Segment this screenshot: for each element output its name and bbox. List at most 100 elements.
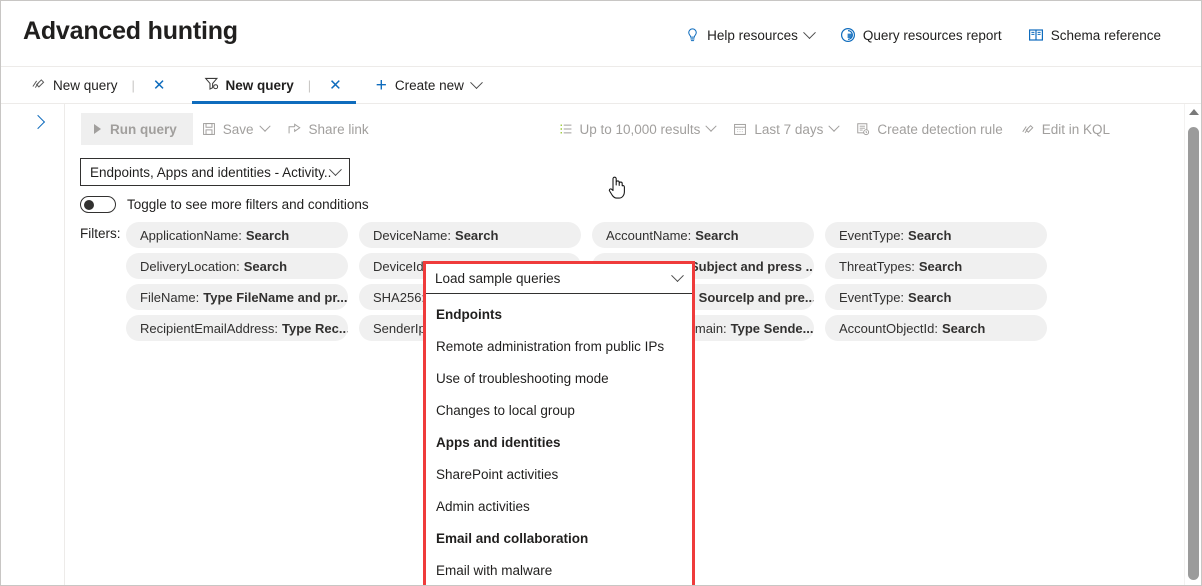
- load-sample-queries-panel: Load sample queries EndpointsRemote admi…: [423, 261, 695, 586]
- report-icon: [840, 27, 856, 43]
- sample-query-item[interactable]: Admin activities: [426, 490, 692, 522]
- filter-chip-field: FileName:: [140, 290, 199, 305]
- filter-chip-field: DeliveryLocation:: [140, 259, 240, 274]
- filter-chip-value: Type FileName and pr...: [203, 290, 347, 305]
- sample-query-group-header: Endpoints: [426, 298, 692, 330]
- results-limit-label: Up to 10,000 results: [580, 122, 701, 137]
- filter-chip-value: Search: [942, 321, 985, 336]
- close-icon-2[interactable]: ✕: [325, 76, 346, 95]
- lightbulb-icon: [685, 27, 700, 43]
- filter-chip-value: Search: [908, 228, 951, 243]
- filter-chip-field: AccountObjectId:: [839, 321, 938, 336]
- filters-label: Filters:: [80, 226, 121, 241]
- filter-chip-field: ApplicationName:: [140, 228, 242, 243]
- play-icon: [94, 124, 101, 134]
- filter-chip[interactable]: ThreatTypes:Search: [825, 253, 1047, 279]
- expand-panel-chevron-right-icon[interactable]: [31, 116, 45, 130]
- results-limit-button[interactable]: Up to 10,000 results: [550, 113, 725, 145]
- sample-query-item[interactable]: SharePoint activities: [426, 458, 692, 490]
- filter-chip-value: Search: [695, 228, 738, 243]
- query-resources-report-label: Query resources report: [863, 28, 1002, 43]
- filter-chip-field: AccountName:: [606, 228, 691, 243]
- page-title: Advanced hunting: [23, 17, 238, 46]
- filter-chip[interactable]: EventType: Search: [825, 284, 1047, 310]
- toggle-knob: [84, 200, 94, 210]
- calendar-icon: [733, 122, 747, 136]
- sample-query-item[interactable]: Use of troubleshooting mode: [426, 362, 692, 394]
- query-tab-strip: New query | ✕ New query | ✕ + Create new: [1, 67, 1201, 104]
- filter-chip[interactable]: AccountName: Search: [592, 222, 814, 248]
- vertical-scrollbar[interactable]: [1184, 104, 1201, 585]
- more-filters-toggle-row: Toggle to see more filters and condition…: [80, 196, 369, 213]
- create-detection-rule-label: Create detection rule: [877, 122, 1002, 137]
- share-link-button[interactable]: Share link: [278, 113, 378, 145]
- create-new-button[interactable]: + Create new: [376, 76, 481, 95]
- page-header: Advanced hunting Help resources: [1, 1, 1201, 67]
- schema-reference-label: Schema reference: [1051, 28, 1161, 43]
- advanced-hunting-page: Advanced hunting Help resources: [0, 0, 1202, 586]
- filter-chip-field: SenderIp:: [373, 321, 429, 336]
- list-icon: [559, 122, 573, 136]
- help-resources-button[interactable]: Help resources: [685, 27, 814, 43]
- sample-query-item[interactable]: Changes to local group: [426, 394, 692, 426]
- kql-edit-icon: [1021, 122, 1035, 136]
- filter-chip-field: ThreatTypes:: [839, 259, 915, 274]
- share-icon: [287, 122, 302, 136]
- filter-chip[interactable]: DeliveryLocation: Search: [126, 253, 348, 279]
- more-filters-toggle-label: Toggle to see more filters and condition…: [127, 197, 369, 212]
- edit-in-kql-button[interactable]: Edit in KQL: [1012, 113, 1119, 145]
- scroll-up-arrow-icon[interactable]: [1189, 109, 1199, 115]
- chevron-down-icon-save: [259, 121, 270, 132]
- create-new-label: Create new: [395, 78, 464, 93]
- filter-chip-field: SHA256:: [373, 290, 425, 305]
- filter-chip[interactable]: EventType:Search: [825, 222, 1047, 248]
- query-tab-2-label: New query: [226, 78, 294, 93]
- scrollbar-thumb[interactable]: [1188, 127, 1199, 580]
- chevron-down-icon-create: [470, 76, 483, 89]
- time-range-button[interactable]: Last 7 days: [724, 113, 847, 145]
- filter-chip-field: EventType:: [839, 290, 904, 305]
- create-detection-rule-button[interactable]: Create detection rule: [847, 113, 1011, 145]
- sample-query-item[interactable]: Remote administration from public IPs: [426, 330, 692, 362]
- filter-chip-field: RecipientEmailAddress:: [140, 321, 278, 336]
- tab-separator: |: [132, 78, 135, 93]
- filter-chip[interactable]: FileName: Type FileName and pr...: [126, 284, 348, 310]
- chevron-down-icon-source: [329, 163, 342, 176]
- run-query-label: Run query: [110, 122, 177, 137]
- close-icon[interactable]: ✕: [149, 76, 170, 95]
- save-button[interactable]: Save: [193, 113, 278, 145]
- header-actions: Help resources Query resources report: [685, 27, 1161, 43]
- edit-in-kql-label: Edit in KQL: [1042, 122, 1110, 137]
- query-tab-2[interactable]: New query | ✕: [200, 67, 350, 104]
- filter-chip[interactable]: DeviceName:Search: [359, 222, 581, 248]
- query-resources-report-button[interactable]: Query resources report: [840, 27, 1002, 43]
- query-source-select[interactable]: Endpoints, Apps and identities - Activit…: [80, 158, 350, 186]
- time-range-label: Last 7 days: [754, 122, 823, 137]
- save-label: Save: [223, 122, 254, 137]
- sample-queries-list: EndpointsRemote administration from publ…: [426, 294, 692, 586]
- filter-chip[interactable]: RecipientEmailAddress:Type Rec...: [126, 315, 348, 341]
- chevron-down-icon-time: [829, 121, 840, 132]
- toolbar-right-group: Up to 10,000 results Last 7 days: [550, 113, 1120, 145]
- load-sample-queries-button[interactable]: Load sample queries: [426, 264, 692, 294]
- filter-chip[interactable]: AccountObjectId: Search: [825, 315, 1047, 341]
- schema-reference-button[interactable]: Schema reference: [1028, 27, 1161, 43]
- filter-chip-field: DeviceName:: [373, 228, 451, 243]
- book-icon: [1028, 27, 1044, 43]
- query-toolbar: Run query Save: [81, 113, 1131, 145]
- filter-chip-value: Type Sende...: [731, 321, 814, 336]
- sample-query-group-header: Email and collaboration: [426, 522, 692, 554]
- load-sample-queries-label: Load sample queries: [435, 271, 673, 286]
- plus-icon: +: [376, 76, 387, 95]
- run-query-button[interactable]: Run query: [81, 113, 193, 145]
- query-tab-1[interactable]: New query | ✕: [27, 67, 174, 104]
- filter-chip-value: Search: [908, 290, 951, 305]
- chevron-down-icon-sample: [671, 269, 684, 282]
- sample-query-item[interactable]: Email with malware: [426, 554, 692, 586]
- filter-chip-value: Search: [244, 259, 287, 274]
- filter-chip[interactable]: ApplicationName:Search: [126, 222, 348, 248]
- help-resources-label: Help resources: [707, 28, 798, 43]
- save-icon: [202, 122, 216, 136]
- chevron-down-icon: [803, 26, 816, 39]
- more-filters-toggle[interactable]: [80, 196, 116, 213]
